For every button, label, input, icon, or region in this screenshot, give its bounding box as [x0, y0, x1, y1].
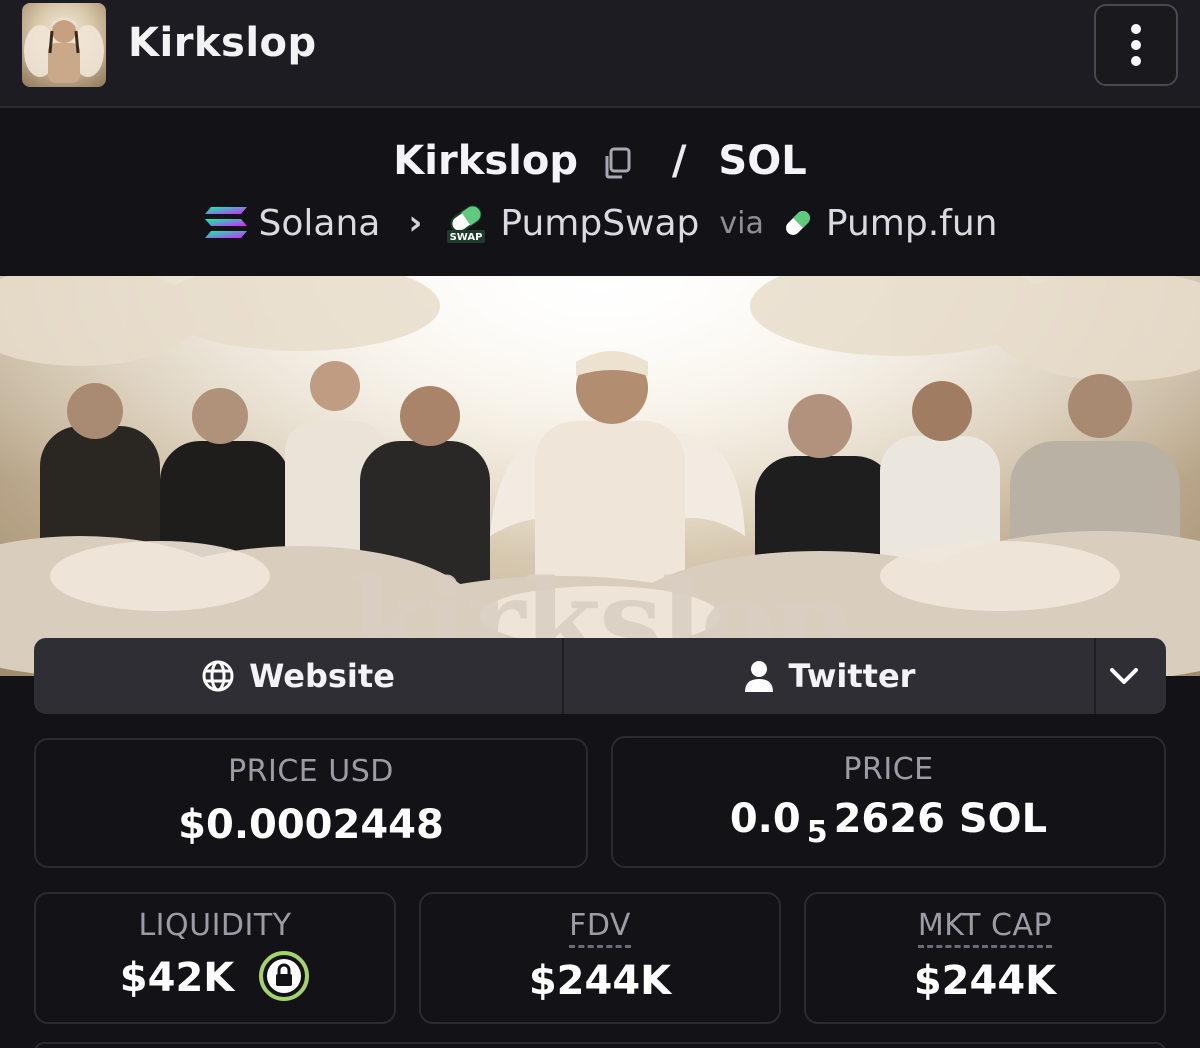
price-native-label: PRICE: [843, 752, 934, 787]
chain-path: Solana › SWAP PumpSwap via Pump.fun: [0, 198, 1200, 248]
liquidity-value: $42K: [119, 955, 235, 1001]
price-native-value: 0.0 5 2626 SOL: [613, 796, 1164, 850]
twitter-label: Twitter: [788, 657, 916, 695]
market-cap-card[interactable]: MKT CAP $244K: [804, 892, 1166, 1024]
launchpad-link[interactable]: Pump.fun: [782, 202, 998, 244]
pumpfun-pill-icon: [785, 211, 810, 235]
price-usd-label: PRICE USD: [228, 754, 394, 789]
chevron-down-icon: [1110, 668, 1138, 684]
market-cap-label: MKT CAP: [917, 908, 1053, 948]
price-prefix: 0.0: [729, 796, 801, 842]
website-button[interactable]: Website: [34, 638, 564, 714]
token-banner: kirkslop: [0, 276, 1200, 676]
pumpswap-icon: SWAP: [447, 205, 486, 243]
lock-icon[interactable]: [258, 950, 310, 1002]
pair-title: Kirkslop / SOL: [0, 136, 1200, 184]
avatar-image: [24, 17, 104, 83]
social-links-bar: Website Twitter: [34, 638, 1166, 714]
copy-icon[interactable]: [600, 144, 634, 179]
more-links-button[interactable]: [1096, 638, 1166, 714]
dex-badge: SWAP: [450, 232, 483, 243]
solana-icon: [204, 207, 247, 238]
chain-name: Solana: [258, 202, 381, 244]
price-native-card: PRICE 0.0 5 2626 SOL: [611, 736, 1166, 868]
user-icon: [744, 661, 773, 692]
twitter-button[interactable]: Twitter: [564, 638, 1096, 714]
via-label: via: [719, 205, 764, 241]
liquidity-label: LIQUIDITY: [138, 908, 292, 943]
pair-header: Kirkslop / SOL Solana › SWAP PumpSwap vi…: [0, 110, 1200, 276]
dex-link[interactable]: SWAP PumpSwap: [444, 201, 699, 245]
price-usd-value: $0.0002448: [178, 802, 444, 848]
pair-separator: /: [671, 138, 687, 184]
dex-name: PumpSwap: [500, 202, 700, 244]
chevron-right-icon: ›: [408, 203, 423, 243]
vertical-dots-icon: [1131, 24, 1141, 66]
price-usd-card: PRICE USD $0.0002448: [34, 738, 588, 868]
launchpad-name: Pump.fun: [825, 202, 998, 244]
more-menu-button[interactable]: [1094, 4, 1178, 86]
liquidity-card: LIQUIDITY $42K: [34, 892, 396, 1024]
fdv-label: FDV: [569, 908, 631, 948]
price-digits: 2626: [833, 796, 945, 842]
market-cap-value: $244K: [913, 958, 1057, 1004]
quote-token-symbol: SOL: [718, 138, 807, 184]
app-title: Kirkslop: [128, 20, 317, 66]
token-avatar[interactable]: [22, 3, 106, 87]
fdv-value: $244K: [528, 958, 672, 1004]
fdv-card[interactable]: FDV $244K: [419, 892, 781, 1024]
price-unit: SOL: [958, 796, 1048, 842]
top-bar: Kirkslop: [0, 0, 1200, 108]
liquidity-value-row: $42K: [36, 951, 394, 1006]
website-label: Website: [249, 657, 395, 695]
base-token-symbol: Kirkslop: [393, 138, 578, 184]
chain-link[interactable]: Solana: [203, 202, 381, 244]
price-zero-count: 5: [806, 815, 828, 850]
globe-icon: [202, 660, 234, 692]
next-card-edge: [34, 1042, 1166, 1048]
